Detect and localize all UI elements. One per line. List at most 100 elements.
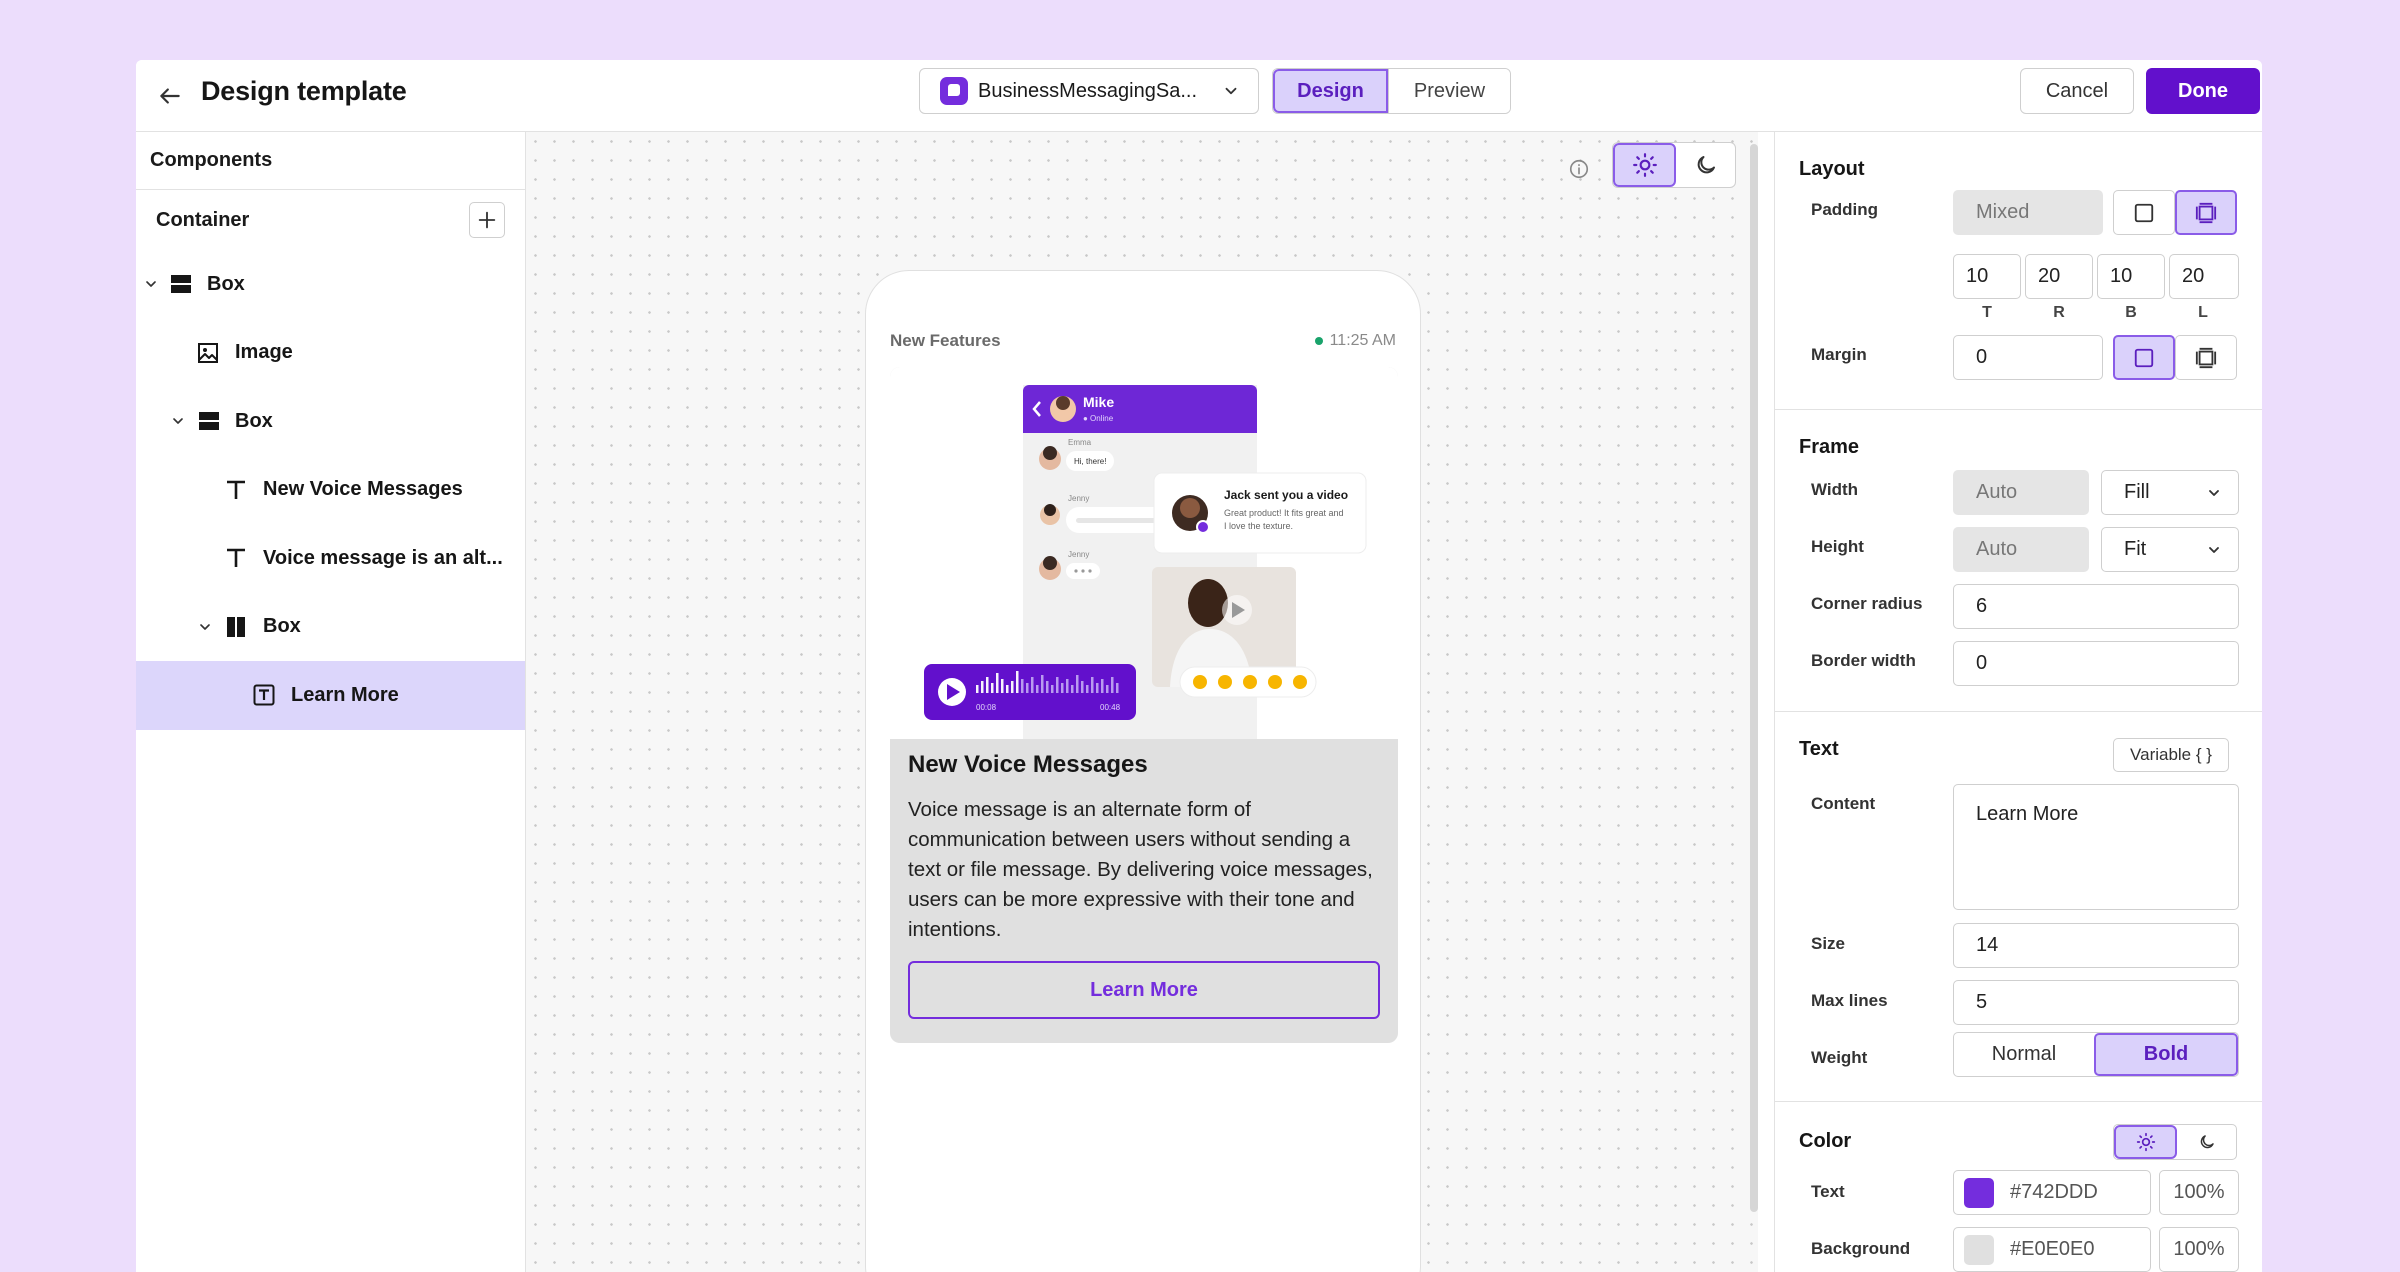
text-color-opacity[interactable]: 100% — [2159, 1170, 2239, 1215]
light-mode-button[interactable] — [1613, 143, 1676, 187]
message-sender: New Features — [890, 331, 1001, 350]
max-lines-field[interactable]: 5 — [1953, 980, 2239, 1025]
frame-section: Frame Width Auto Fill Height Auto Fit Co… — [1775, 410, 2262, 712]
text-color-field[interactable]: #742DDD — [1953, 1170, 2151, 1215]
box-rows-icon — [169, 272, 193, 296]
tree-item-image[interactable]: Image — [136, 319, 525, 388]
notification-body: Great product! It fits great and — [1224, 508, 1344, 518]
background-color-field[interactable]: #E0E0E0 — [1953, 1227, 2151, 1272]
weight-bold-option[interactable]: Bold — [2094, 1033, 2238, 1076]
message-description[interactable]: Voice message is an alternate form of co… — [908, 795, 1386, 945]
chevron-down-icon — [1225, 87, 1237, 95]
voice-end-time: 00:48 — [1100, 703, 1121, 712]
text-heading: Text — [1799, 738, 1839, 760]
box-columns-icon — [224, 615, 248, 639]
variable-button[interactable]: Variable { } — [2113, 738, 2229, 772]
color-dark-button[interactable] — [2177, 1125, 2236, 1159]
back-button[interactable] — [148, 74, 192, 118]
phone-preview: New Features 11:25 AM Mike ● Online Emma… — [865, 270, 1421, 1272]
background-color-opacity[interactable]: 100% — [2159, 1227, 2239, 1272]
moon-icon — [2200, 1135, 2214, 1149]
properties-panel: Layout Padding Mixed 10 20 10 20 T R B L… — [1774, 132, 2262, 1272]
margin-individual-button[interactable] — [2175, 335, 2237, 380]
chevron-down-icon[interactable] — [142, 275, 160, 293]
theme-toggle — [1612, 142, 1736, 188]
chevron-down-icon — [2209, 546, 2219, 553]
content-textarea[interactable]: Learn More — [1953, 784, 2239, 910]
top-bar: Design template BusinessMessagingSa... D… — [136, 60, 2262, 132]
component-tree: Box Image Box New Voice Messages Voice m… — [136, 250, 525, 730]
padding-right-field[interactable]: 20 — [2025, 254, 2093, 299]
tab-design[interactable]: Design — [1273, 69, 1388, 113]
chevron-down-icon[interactable] — [169, 412, 187, 430]
padding-sides-icon — [2195, 347, 2217, 368]
cancel-button[interactable]: Cancel — [2020, 68, 2134, 114]
components-title: Components — [136, 132, 525, 190]
padding-uniform-button[interactable] — [2113, 190, 2175, 235]
design-template-window: Design template BusinessMessagingSa... D… — [136, 60, 2262, 1272]
sun-icon — [1632, 153, 1657, 177]
square-icon — [2134, 203, 2154, 222]
padding-bottom-field[interactable]: 10 — [2097, 254, 2165, 299]
done-button[interactable]: Done — [2146, 68, 2260, 114]
margin-field[interactable]: 0 — [1953, 335, 2103, 380]
chat-user-status: ● Online — [1083, 414, 1114, 423]
padding-mixed-field: Mixed — [1953, 190, 2103, 235]
dark-mode-button[interactable] — [1676, 143, 1735, 187]
text-button-icon — [252, 683, 276, 707]
arrow-left-icon — [160, 88, 180, 104]
tree-item-text[interactable]: Voice message is an alt... — [136, 524, 525, 593]
background-color-hex: #E0E0E0 — [2010, 1238, 2095, 1260]
tree-item-box[interactable]: Box — [136, 387, 525, 456]
width-label: Width — [1811, 480, 1859, 499]
tree-item-box[interactable]: Box — [136, 250, 525, 319]
content-label: Content — [1811, 794, 1876, 813]
width-mode-select[interactable]: Fill — [2101, 470, 2239, 515]
info-icon[interactable] — [1566, 156, 1592, 182]
weight-normal-option[interactable]: Normal — [1954, 1033, 2094, 1076]
border-width-field[interactable]: 0 — [1953, 641, 2239, 686]
learn-more-button[interactable]: Learn More — [908, 961, 1380, 1019]
corner-radius-field[interactable]: 6 — [1953, 584, 2239, 629]
padding-top-field[interactable]: 10 — [1953, 254, 2021, 299]
padding-individual-button[interactable] — [2175, 190, 2237, 235]
chevron-down-icon[interactable] — [196, 618, 214, 636]
tab-preview[interactable]: Preview — [1388, 69, 1510, 113]
corner-radius-label: Corner radius — [1811, 594, 1923, 613]
height-mode-select[interactable]: Fit — [2101, 527, 2239, 572]
box-rows-icon — [197, 409, 221, 433]
notification-body: I love the texture. — [1224, 521, 1293, 531]
text-color-swatch[interactable] — [1964, 1177, 1994, 1208]
size-field[interactable]: 14 — [1953, 923, 2239, 968]
max-lines-label: Max lines — [1811, 991, 1888, 1010]
margin-uniform-button[interactable] — [2113, 335, 2175, 380]
tree-item-text[interactable]: New Voice Messages — [136, 456, 525, 525]
margin-label: Margin — [1811, 345, 1867, 364]
height-field: Auto — [1953, 527, 2089, 572]
design-canvas[interactable]: New Features 11:25 AM Mike ● Online Emma… — [526, 132, 1758, 1272]
tree-item-label: Box — [235, 409, 273, 432]
color-light-button[interactable] — [2114, 1125, 2177, 1159]
add-component-button[interactable] — [469, 202, 505, 238]
tree-item-box[interactable]: Box — [136, 593, 525, 662]
tree-item-label: Voice message is an alt... — [263, 546, 503, 569]
tree-item-label: New Voice Messages — [263, 478, 463, 501]
padding-left-field[interactable]: 20 — [2169, 254, 2239, 299]
message-image[interactable]: Mike ● Online Emma Hi, there! Jenny Jenn… — [890, 367, 1398, 739]
tree-item-text-button[interactable]: Learn More — [136, 661, 525, 730]
color-heading: Color — [1799, 1130, 1852, 1152]
text-icon — [224, 546, 248, 570]
message-title[interactable]: New Voice Messages — [908, 751, 1148, 779]
canvas-scrollbar[interactable] — [1750, 144, 1758, 1212]
channel-select[interactable]: BusinessMessagingSa... — [919, 68, 1259, 114]
message-time: 11:25 AM — [1315, 332, 1396, 350]
channel-logo-icon — [940, 77, 968, 105]
color-theme-toggle — [2113, 1124, 2237, 1160]
background-color-swatch[interactable] — [1964, 1234, 1994, 1265]
voice-start-time: 00:08 — [976, 703, 997, 712]
sun-icon — [2136, 1132, 2155, 1152]
template-message-card[interactable]: Mike ● Online Emma Hi, there! Jenny Jenn… — [890, 367, 1398, 1043]
weight-toggle: Normal Bold — [1953, 1032, 2239, 1077]
text-section: Text Variable { } Content Learn More Siz… — [1775, 712, 2262, 1102]
padding-bottom-caption: B — [2125, 304, 2137, 321]
